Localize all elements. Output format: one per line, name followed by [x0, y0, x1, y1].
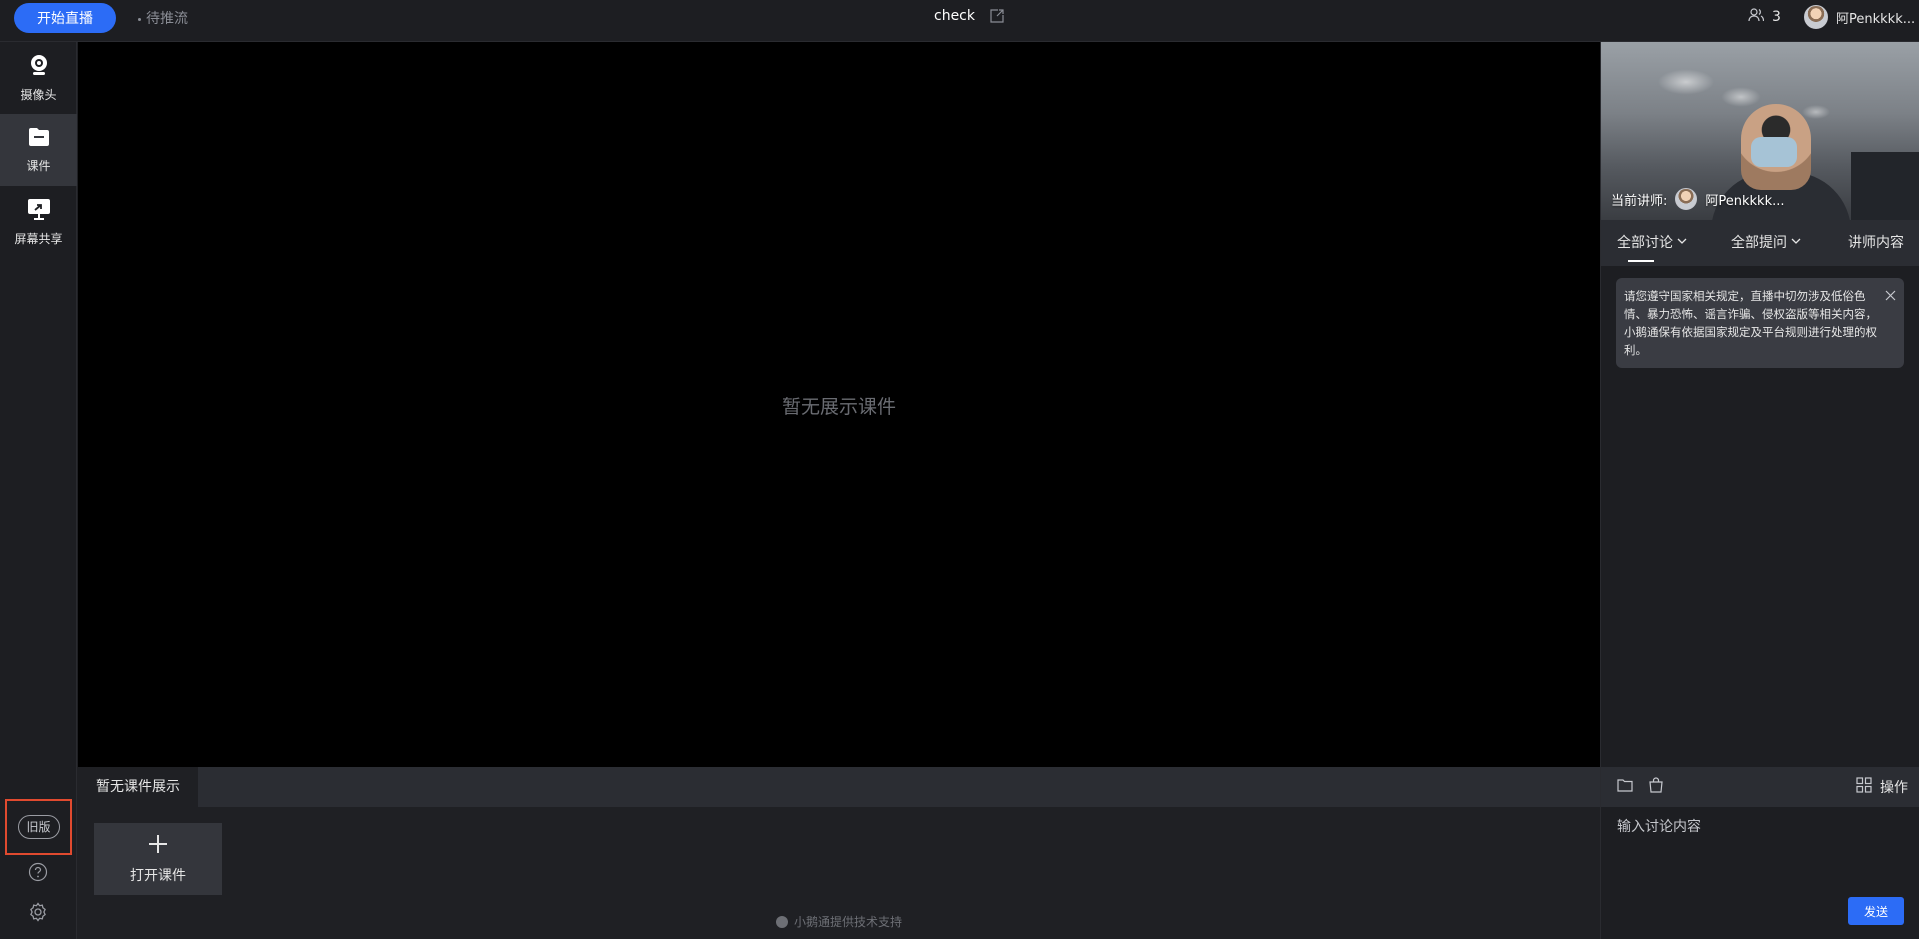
- empty-courseware-text: 暂无展示课件: [781, 396, 896, 418]
- chat-tabs: 全部讨论 全部提问 讲师内容: [1601, 220, 1919, 266]
- viewer-count-value: 3: [1772, 9, 1781, 25]
- camera-person-mask: [1751, 137, 1797, 167]
- username: 阿Penkkkk...: [1836, 11, 1916, 27]
- tab-label: 全部讨论: [1617, 235, 1673, 251]
- xiaoetong-logo-icon: [775, 915, 788, 928]
- close-icon[interactable]: [1885, 288, 1896, 306]
- current-lecturer-label: 当前讲师:: [1611, 193, 1668, 209]
- camera-icon: [29, 54, 49, 80]
- room-title: check: [934, 8, 975, 24]
- chat-toolbar: 操作: [1601, 767, 1919, 807]
- send-button[interactable]: 发送: [1848, 897, 1904, 925]
- tab-all-questions[interactable]: 全部提问: [1731, 232, 1801, 252]
- sidebar-item-courseware[interactable]: 课件: [0, 114, 77, 186]
- old-version-highlight: 旧版: [5, 799, 72, 855]
- lecturer-avatar: [1675, 188, 1698, 210]
- sidebar-item-screen-share[interactable]: 屏幕共享: [0, 186, 77, 258]
- room-title-group: check: [934, 8, 1005, 24]
- operations-button[interactable]: 操作: [1856, 777, 1908, 797]
- sidebar-item-camera[interactable]: 摄像头: [0, 42, 77, 114]
- current-lecturer: 当前讲师: 阿Penkkkk...: [1611, 188, 1785, 210]
- plus-icon: [147, 833, 169, 859]
- push-status-text: 待推流: [146, 11, 188, 27]
- push-status: 待推流: [138, 8, 188, 28]
- tab-label: 全部提问: [1731, 235, 1787, 251]
- discussion-input[interactable]: [1617, 815, 1907, 839]
- sidebar-item-label: 屏幕共享: [14, 231, 63, 246]
- screen-share-icon: [27, 198, 51, 224]
- tab-label: 讲师内容: [1848, 235, 1904, 251]
- courseware-panel: 打开课件 小鹅通提供技术支持: [78, 807, 1600, 939]
- app-root: 开始直播 待推流 check 3 阿Penkkkk... 摄像头 课件 屏幕共享…: [0, 0, 1919, 939]
- top-bar: 开始直播 待推流 check 3 阿Penkkkk...: [0, 0, 1919, 42]
- operations-label: 操作: [1880, 780, 1908, 796]
- user-menu[interactable]: 阿Penkkkk...: [1804, 5, 1915, 29]
- left-sidebar: 摄像头 课件 屏幕共享 旧版: [0, 42, 77, 939]
- users-icon: [1748, 8, 1765, 26]
- tab-lecturer-content[interactable]: 讲师内容: [1848, 232, 1904, 252]
- edit-title-icon[interactable]: [989, 8, 1005, 24]
- courseware-stage: 暂无展示课件: [78, 42, 1600, 767]
- compliance-notice: 请您遵守国家相关规定，直播中切勿涉及低俗色情、暴力恐怖、谣言诈骗、侵权盗版等相关…: [1616, 278, 1904, 368]
- courseware-tabs: 暂无课件展示: [78, 767, 1600, 807]
- shopping-bag-icon[interactable]: [1648, 777, 1664, 797]
- settings-icon[interactable]: [28, 902, 48, 922]
- sidebar-item-label: 摄像头: [20, 87, 57, 102]
- notice-text: 请您遵守国家相关规定，直播中切勿涉及低俗色情、暴力恐怖、谣言诈骗、侵权盗版等相关…: [1624, 289, 1877, 357]
- active-tab-indicator: [1628, 260, 1654, 262]
- folder-icon: [28, 127, 50, 151]
- chevron-down-icon: [1677, 234, 1687, 250]
- avatar: [1804, 5, 1828, 29]
- open-courseware-button[interactable]: 打开课件: [94, 823, 222, 895]
- camera-background-monitor: [1851, 152, 1919, 220]
- lecturer-name: 阿Penkkkk...: [1705, 193, 1785, 209]
- start-live-button[interactable]: 开始直播: [14, 3, 116, 33]
- tab-courseware[interactable]: 暂无课件展示: [78, 767, 198, 807]
- tab-all-discussion[interactable]: 全部讨论: [1617, 232, 1687, 252]
- grid-icon: [1856, 777, 1872, 797]
- open-courseware-label: 打开课件: [130, 868, 186, 884]
- viewer-count[interactable]: 3: [1748, 8, 1781, 26]
- sidebar-item-label: 课件: [26, 158, 51, 173]
- camera-preview: 当前讲师: 阿Penkkkk...: [1601, 42, 1919, 220]
- powered-by-text: 小鹅通提供技术支持: [793, 915, 902, 929]
- right-panel: 当前讲师: 阿Penkkkk... 全部讨论 全部提问 讲师内容 请您遵守国家相…: [1600, 42, 1919, 939]
- folder-icon[interactable]: [1617, 777, 1633, 797]
- chevron-down-icon: [1791, 234, 1801, 250]
- powered-by: 小鹅通提供技术支持: [78, 913, 1600, 930]
- help-icon[interactable]: [28, 862, 48, 882]
- old-version-button[interactable]: 旧版: [17, 815, 60, 839]
- status-dot: [138, 17, 141, 21]
